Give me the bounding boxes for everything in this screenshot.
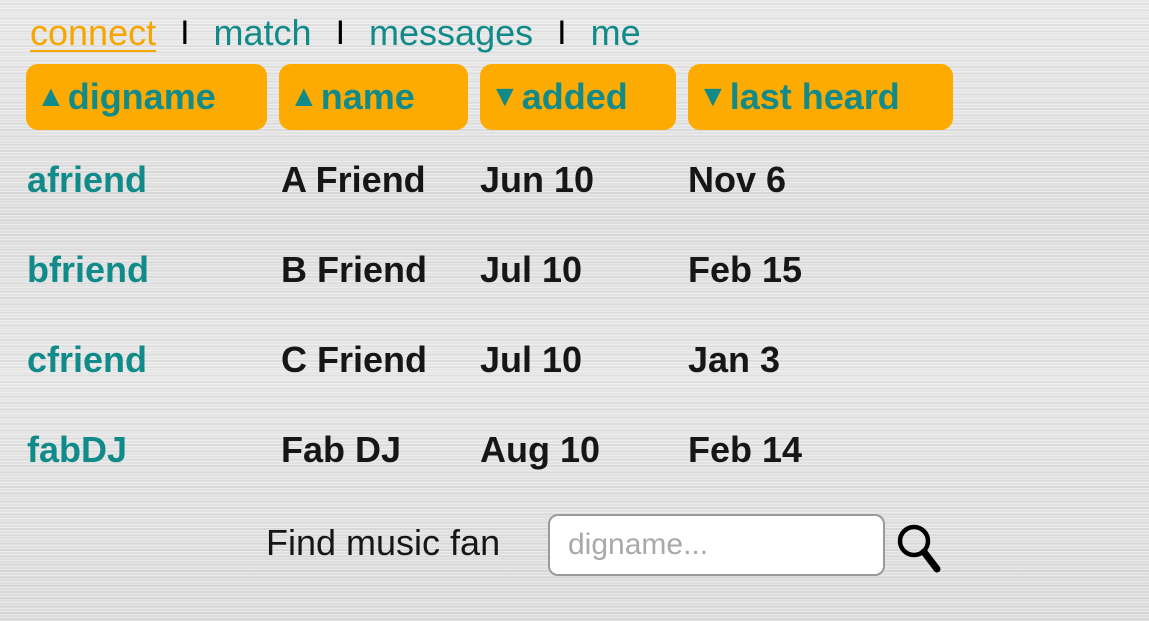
top-nav: connect I match I messages I me bbox=[30, 10, 641, 56]
search-button[interactable] bbox=[895, 522, 943, 574]
last-heard-cell: Nov 6 bbox=[688, 159, 787, 200]
table-row: afriend A Friend Jun 10 Nov 6 bbox=[0, 155, 1149, 205]
last-heard-cell: Jan 3 bbox=[688, 339, 781, 380]
column-header-label: last heard bbox=[729, 76, 900, 117]
sort-name-button[interactable]: ▲ name bbox=[279, 64, 468, 130]
nav-messages[interactable]: messages bbox=[369, 12, 533, 54]
digname-search-input[interactable] bbox=[548, 514, 885, 576]
sort-ascending-icon: ▲ bbox=[36, 80, 66, 113]
table-row: fabDJ Fab DJ Aug 10 Feb 14 bbox=[0, 425, 1149, 475]
nav-separator: I bbox=[180, 13, 190, 52]
find-music-fan-label: Find music fan bbox=[266, 522, 501, 563]
nav-me[interactable]: me bbox=[591, 12, 641, 54]
sort-descending-icon: ▼ bbox=[698, 80, 728, 113]
column-header-label: added bbox=[521, 76, 628, 117]
sort-ascending-icon: ▲ bbox=[289, 80, 319, 113]
name-cell: A Friend bbox=[281, 159, 426, 200]
sort-last-heard-button[interactable]: ▼ last heard bbox=[688, 64, 953, 130]
added-cell: Aug 10 bbox=[480, 429, 601, 470]
column-header-label: name bbox=[320, 76, 415, 117]
name-cell: Fab DJ bbox=[281, 429, 402, 470]
last-heard-cell: Feb 14 bbox=[688, 429, 803, 470]
column-header-label: digname bbox=[67, 76, 216, 117]
name-cell: B Friend bbox=[281, 249, 428, 290]
digname-link[interactable]: afriend bbox=[27, 155, 147, 205]
nav-match[interactable]: match bbox=[214, 12, 312, 54]
nav-separator: I bbox=[557, 13, 567, 52]
nav-separator: I bbox=[335, 13, 346, 52]
digname-link[interactable]: fabDJ bbox=[27, 425, 127, 475]
name-cell: C Friend bbox=[281, 339, 428, 380]
digname-link[interactable]: cfriend bbox=[27, 335, 147, 385]
magnifier-icon bbox=[897, 524, 941, 573]
sort-digname-button[interactable]: ▲ digname bbox=[26, 64, 267, 130]
digname-link[interactable]: bfriend bbox=[27, 245, 149, 295]
table-row: bfriend B Friend Jul 10 Feb 15 bbox=[0, 245, 1149, 295]
sort-descending-icon: ▼ bbox=[490, 80, 520, 113]
added-cell: Jul 10 bbox=[480, 339, 583, 380]
table-row: cfriend C Friend Jul 10 Jan 3 bbox=[0, 335, 1149, 385]
nav-connect[interactable]: connect bbox=[30, 12, 156, 54]
added-cell: Jul 10 bbox=[480, 249, 583, 290]
last-heard-cell: Feb 15 bbox=[688, 249, 803, 290]
sort-added-button[interactable]: ▼ added bbox=[480, 64, 676, 130]
added-cell: Jun 10 bbox=[480, 159, 595, 200]
